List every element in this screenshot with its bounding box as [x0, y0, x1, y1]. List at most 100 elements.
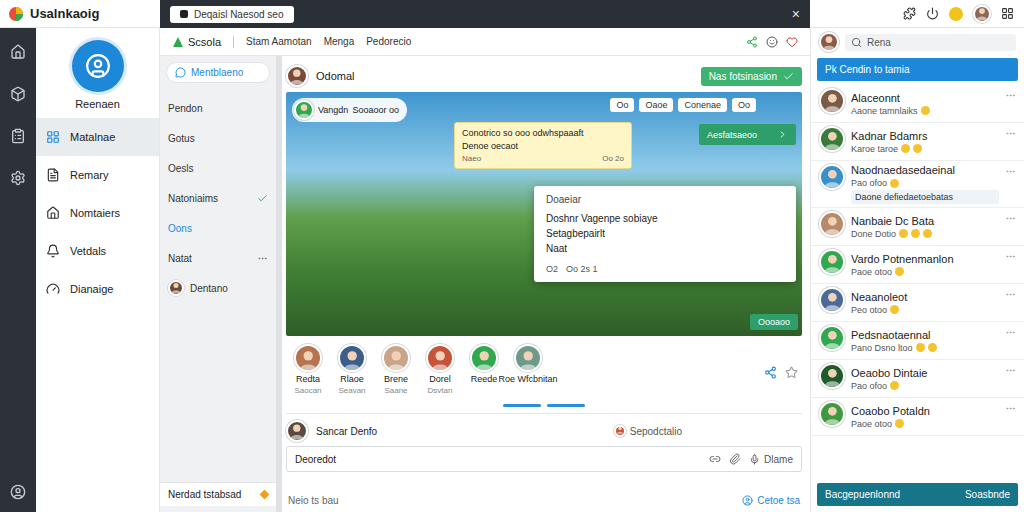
channel-list: Mentblaeno PendonGotusOeslsNatoniaimsOons… — [160, 56, 282, 512]
footer-link[interactable]: Cetoe tsa — [742, 495, 800, 506]
person-icon — [822, 404, 843, 425]
profile-avatar[interactable] — [72, 40, 124, 92]
sidebar-item[interactable]: Matalnae — [36, 118, 159, 156]
star-icon[interactable] — [785, 366, 798, 379]
contact-row[interactable]: Kadnar BdamrsKaroe taroe — [811, 123, 1024, 161]
tab-icon — [180, 10, 188, 18]
sidebar-item[interactable]: Vetdals — [36, 232, 159, 270]
profile[interactable]: Reenaen — [36, 28, 159, 118]
channel-item[interactable]: Oesls — [160, 153, 276, 183]
check-icon[interactable] — [257, 193, 268, 204]
game-banner[interactable]: Aesfatsaeoo — [699, 124, 796, 145]
sidebar-item[interactable]: Remary — [36, 156, 159, 194]
more-icon[interactable] — [257, 253, 268, 264]
more-icon[interactable] — [1005, 128, 1016, 139]
participant[interactable]: BreneSaane — [378, 344, 414, 395]
avatar-icon — [294, 344, 322, 372]
browser-tab[interactable]: Deqaisl Naesod seo — [170, 6, 294, 23]
popup-count: O2 — [546, 264, 558, 274]
participant[interactable]: DorelDsvtan — [422, 344, 458, 395]
heart-icon[interactable] — [786, 36, 798, 48]
pager — [286, 402, 802, 413]
avatar-icon — [819, 88, 845, 114]
share-icon[interactable] — [746, 36, 758, 48]
channel-header[interactable]: Mentblaeno — [166, 62, 270, 83]
comment-action[interactable]: Dlame — [749, 454, 793, 465]
header-tab[interactable]: Stam Aamotan — [246, 36, 312, 47]
settings-icon[interactable] — [10, 170, 26, 186]
avatar-icon — [819, 249, 845, 275]
game-frame[interactable]: VangdnSooaoor oo Oo Oaoe Conenae Oo Aesfatsae… — [286, 92, 802, 336]
smile-icon[interactable] — [766, 36, 778, 48]
window-icon[interactable] — [1001, 7, 1014, 20]
avatar-icon — [973, 5, 991, 23]
channel-footer[interactable]: Nerdad tstabsad — [160, 482, 276, 506]
game-pill[interactable]: Oo — [610, 98, 634, 112]
more-icon[interactable] — [1005, 90, 1016, 101]
contact-row[interactable]: Coaobo PotaldnPaoe otoo — [811, 398, 1024, 436]
channel-item[interactable]: Gotus — [160, 123, 276, 153]
contact-row[interactable]: PedsnaotaennalPano Dsno ltoo — [811, 322, 1024, 360]
channel-item[interactable]: Dentano — [160, 273, 276, 303]
person-icon — [822, 167, 843, 188]
badge-icon[interactable] — [949, 7, 963, 21]
top-actions — [810, 0, 1024, 28]
smile-icon — [890, 305, 899, 314]
person-icon — [616, 425, 624, 435]
tab-strip: Deqaisl Naesod seo × — [160, 0, 810, 28]
search-field[interactable]: Rena — [845, 34, 1016, 51]
smile-icon — [890, 179, 899, 188]
contact-row[interactable]: NaodnaedasedaeinalPao ofooDaone defiedae… — [811, 161, 1024, 208]
game-pill[interactable]: Oo — [732, 98, 756, 112]
close-button[interactable]: × — [792, 6, 800, 22]
more-icon[interactable] — [1005, 166, 1016, 177]
game-pill[interactable]: Conenae — [678, 98, 727, 112]
channel-item[interactable]: Natoniaims — [160, 183, 276, 213]
more-icon[interactable] — [1005, 213, 1016, 224]
home-icon[interactable] — [10, 44, 26, 60]
header-tab[interactable]: Pedorecio — [366, 36, 411, 47]
pager-dot[interactable] — [547, 404, 585, 407]
title-bar: UsalnkaoigDeqaisl Naesod seo× — [0, 0, 1024, 28]
contact-row[interactable]: Nanbaie Dc BataDone Dotio — [811, 208, 1024, 246]
share-icon[interactable] — [764, 366, 777, 379]
comment-input[interactable]: DeoredotDlame — [286, 446, 802, 472]
more-icon[interactable] — [1005, 251, 1016, 262]
contact-row[interactable]: NeaanoleotPeo otoo — [811, 284, 1024, 322]
link-icon[interactable] — [709, 453, 721, 465]
contact-row[interactable]: Vardo PotnenmanlonPaoe otoo — [811, 246, 1024, 284]
follow-button[interactable]: Nas fotsinasion — [701, 67, 802, 86]
more-icon[interactable] — [1005, 403, 1016, 414]
game-action-button[interactable]: Oooaoo — [750, 314, 798, 330]
participant[interactable]: RedtaSaocan — [290, 344, 326, 395]
participant[interactable]: Roe Wfcbnitan — [510, 344, 546, 384]
check-icon — [783, 71, 794, 82]
more-icon[interactable] — [1005, 289, 1016, 300]
header-tab[interactable]: Menga — [324, 36, 355, 47]
clipboard-icon[interactable] — [10, 128, 26, 144]
popup-title: Doaeiar — [546, 194, 784, 205]
bottom-button[interactable]: BacgepuenlonndSoasbnde — [817, 483, 1018, 506]
attach-icon[interactable] — [729, 453, 741, 465]
sidebar-item[interactable]: Dianaige — [36, 270, 159, 308]
extension-icon[interactable] — [903, 7, 916, 20]
power-icon[interactable] — [926, 7, 939, 20]
more-icon[interactable] — [1005, 327, 1016, 338]
comment-header: Sancar DenfoSepodctalio — [286, 420, 802, 442]
more-icon[interactable] — [1005, 365, 1016, 376]
channel-item[interactable]: Oons — [160, 213, 276, 243]
channel-item[interactable]: Natat — [160, 243, 276, 273]
box-icon[interactable] — [10, 86, 26, 102]
user-icon[interactable] — [10, 484, 26, 500]
participant[interactable]: Reede — [466, 344, 502, 384]
contacts-header[interactable]: Pk Cendin to tamia — [817, 58, 1018, 81]
pager-dot[interactable] — [503, 404, 541, 407]
game-pill[interactable]: Oaoe — [639, 98, 673, 112]
channel-item[interactable]: Pendon — [160, 93, 276, 123]
sidebar-item[interactable]: Nomtaiers — [36, 194, 159, 232]
participant[interactable]: RlaoeSeavan — [334, 344, 370, 395]
player-badge[interactable]: VangdnSooaoor oo — [292, 98, 407, 122]
contact-row[interactable]: AlaceonntAaone tamnlaiks — [811, 85, 1024, 123]
reply-preview[interactable]: Daone defiedaetoebatas — [851, 190, 999, 204]
contact-row[interactable]: Oeaobo DintaiePao ofoo — [811, 360, 1024, 398]
